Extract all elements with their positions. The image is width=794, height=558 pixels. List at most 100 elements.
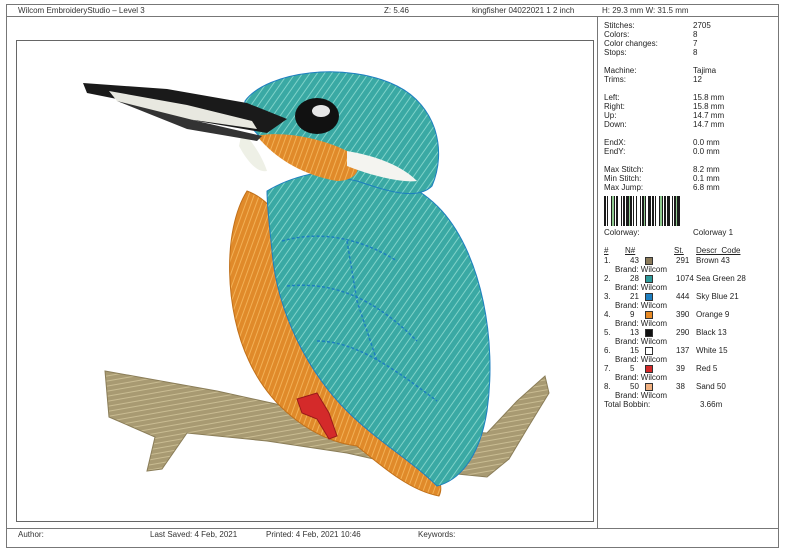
- stat-value: 7: [693, 39, 698, 48]
- color-row: 6. 15 137 White 15: [604, 346, 776, 355]
- stat-value: 2705: [693, 21, 711, 30]
- brand-row: Brand: Wilcom: [604, 301, 776, 310]
- stat-row: Min Stitch: 0.1 mm: [604, 174, 776, 183]
- col-stitches: St.: [674, 246, 684, 255]
- design-dimensions: H: 29.3 mm W: 31.5 mm: [602, 6, 689, 15]
- brand-label: Brand: Wilcom: [615, 265, 668, 274]
- color-stitches: 38: [676, 382, 685, 391]
- stat-value: 15.8 mm: [693, 93, 725, 102]
- stat-label: Max Jump:: [604, 183, 644, 192]
- color-index: 8.: [604, 382, 611, 391]
- colorway-row: Colorway: Colorway 1: [604, 228, 776, 237]
- file-name: kingfisher 04022021 1 2 inch: [472, 6, 575, 15]
- color-number: 21: [630, 292, 639, 301]
- color-table: 1. 43 291 Brown 43 Brand: Wilcom 2. 28 1074 Sea …: [604, 256, 776, 400]
- color-descr: Sky Blue 21: [696, 292, 739, 301]
- app-title: Wilcom EmbroideryStudio – Level 3: [18, 6, 145, 15]
- brand-label: Brand: Wilcom: [615, 391, 668, 400]
- color-stitches: 444: [676, 292, 690, 301]
- color-stitches: 39: [676, 364, 685, 373]
- brand-label: Brand: Wilcom: [615, 355, 668, 364]
- col-n: N#: [625, 246, 636, 255]
- brand-label: Brand: Wilcom: [615, 373, 668, 382]
- color-row: 4. 9 390 Orange 9: [604, 310, 776, 319]
- color-stitches: 137: [676, 346, 690, 355]
- color-index: 3.: [604, 292, 611, 301]
- color-descr: White 15: [696, 346, 728, 355]
- stat-row: Right: 15.8 mm: [604, 102, 776, 111]
- stat-row: EndY: 0.0 mm: [604, 147, 776, 156]
- col-number: #: [604, 246, 609, 255]
- colorway-label: Colorway:: [604, 228, 640, 237]
- brand-label: Brand: Wilcom: [615, 301, 668, 310]
- color-index: 6.: [604, 346, 611, 355]
- color-swatch: [645, 329, 653, 337]
- brand-row: Brand: Wilcom: [604, 319, 776, 328]
- color-number: 50: [630, 382, 639, 391]
- color-swatch: [645, 275, 653, 283]
- color-descr: Black 13: [696, 328, 727, 337]
- stat-row: Max Jump: 6.8 mm: [604, 183, 776, 192]
- color-row: 3. 21 444 Sky Blue 21: [604, 292, 776, 301]
- barcode-bar: [680, 196, 681, 226]
- stat-value: 8: [693, 48, 698, 57]
- zoom-level: Z: 5.46: [384, 6, 409, 15]
- kingfisher-embroidery-image: [83, 71, 550, 497]
- color-number: 28: [630, 274, 639, 283]
- color-number: 43: [630, 256, 639, 265]
- stat-value: 0.1 mm: [693, 174, 720, 183]
- footer-last-saved: Last Saved: 4 Feb, 2021: [150, 530, 238, 539]
- stat-label: Color changes:: [604, 39, 658, 48]
- design-info-panel: Stitches: 2705 Colors: 8 Color changes: 7 Stop…: [604, 21, 776, 409]
- stat-label: EndY:: [604, 147, 626, 156]
- stat-label: Stitches:: [604, 21, 635, 30]
- brand-label: Brand: Wilcom: [615, 319, 668, 328]
- color-row: 2. 28 1074 Sea Green 28: [604, 274, 776, 283]
- color-number: 13: [630, 328, 639, 337]
- color-row: 1. 43 291 Brown 43: [604, 256, 776, 265]
- stat-row: Color changes: 7: [604, 39, 776, 48]
- color-swatch: [645, 311, 653, 319]
- stat-label: EndX:: [604, 138, 626, 147]
- color-swatch: [645, 383, 653, 391]
- stat-row: Stitches: 2705: [604, 21, 776, 30]
- color-stitches: 390: [676, 310, 690, 319]
- stat-label: Colors:: [604, 30, 630, 39]
- stat-value: 8.2 mm: [693, 165, 720, 174]
- color-stitches: 290: [676, 328, 690, 337]
- color-row: 5. 13 290 Black 13: [604, 328, 776, 337]
- color-table-header: # N# St. Descr_Code: [604, 246, 776, 256]
- color-row: 7. 5 39 Red 5: [604, 364, 776, 373]
- footer-keywords: Keywords:: [418, 530, 456, 539]
- color-index: 5.: [604, 328, 611, 337]
- stat-row: Up: 14.7 mm: [604, 111, 776, 120]
- barcode: [604, 196, 716, 226]
- stat-value: 8: [693, 30, 698, 39]
- brand-label: Brand: Wilcom: [615, 337, 668, 346]
- stat-label: Down:: [604, 120, 627, 129]
- stat-label: Up:: [604, 111, 617, 120]
- color-index: 2.: [604, 274, 611, 283]
- design-preview[interactable]: [16, 40, 594, 522]
- color-index: 1.: [604, 256, 611, 265]
- stat-row: [604, 129, 776, 138]
- total-bobbin-value: 3.66m: [700, 400, 723, 409]
- footer-author: Author:: [18, 530, 44, 539]
- header-divider: [6, 16, 779, 17]
- stat-row: Trims: 12: [604, 75, 776, 84]
- stat-label: Min Stitch:: [604, 174, 642, 183]
- footer-divider: [6, 528, 779, 529]
- color-swatch: [645, 293, 653, 301]
- stat-value: 14.7 mm: [693, 120, 725, 129]
- colorway-value: Colorway 1: [693, 228, 734, 237]
- stat-row: Left: 15.8 mm: [604, 93, 776, 102]
- stat-row: Down: 14.7 mm: [604, 120, 776, 129]
- stat-value: 0.0 mm: [693, 147, 720, 156]
- color-descr: Sea Green 28: [696, 274, 746, 283]
- brand-row: Brand: Wilcom: [604, 355, 776, 364]
- stat-value: 0.0 mm: [693, 138, 720, 147]
- brand-row: Brand: Wilcom: [604, 265, 776, 274]
- stat-value: 12: [693, 75, 702, 84]
- color-swatch: [645, 365, 653, 373]
- color-descr: Orange 9: [696, 310, 730, 319]
